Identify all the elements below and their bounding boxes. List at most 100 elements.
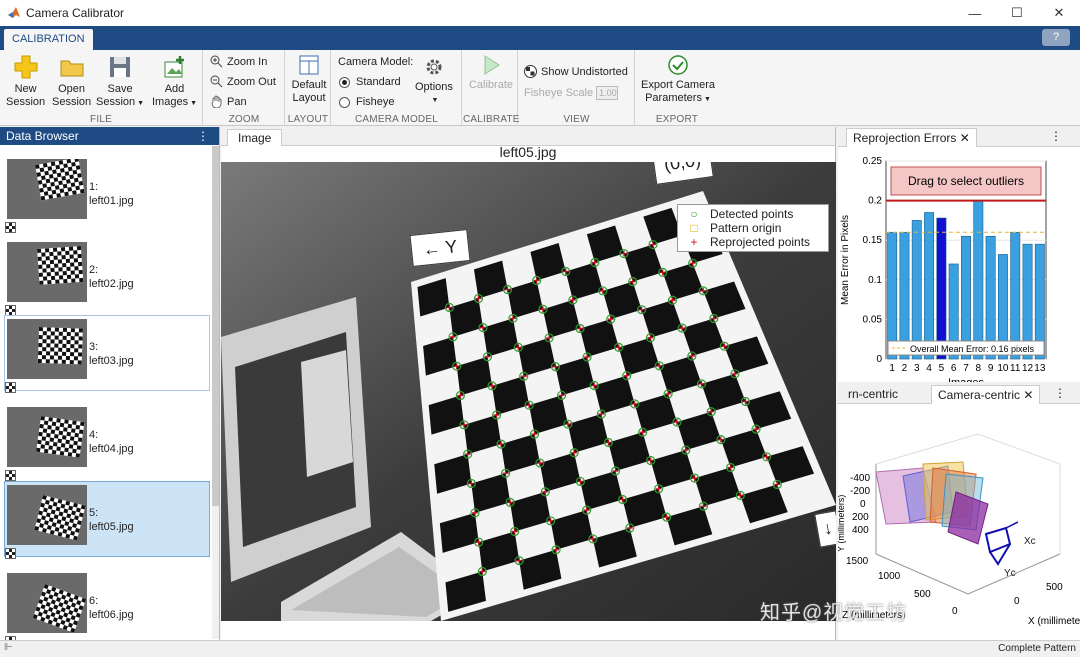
x-tick-label: 4 xyxy=(926,363,932,374)
play-icon xyxy=(484,55,500,75)
view-group-label: VIEW xyxy=(563,114,590,125)
status-left-icon[interactable]: ⊩ xyxy=(4,642,13,653)
new-plus-icon xyxy=(14,55,38,79)
x-axis-label: X (millimeters) xyxy=(1028,616,1080,627)
error-bar[interactable] xyxy=(936,217,947,360)
fisheye-scale-control[interactable]: Fisheye Scale 1.00 xyxy=(524,86,619,100)
y-tick-label: 0.25 xyxy=(863,156,883,167)
tab-calibration[interactable]: CALIBRATION xyxy=(4,29,93,50)
export-parameters-button[interactable]: Export Camera Parameters ▼ xyxy=(640,54,716,106)
zoom-in-button[interactable]: Zoom In xyxy=(210,55,267,68)
error-bar[interactable] xyxy=(887,231,898,360)
maximize-button[interactable]: ☐ xyxy=(996,0,1038,26)
open-session-button[interactable]: Open Session xyxy=(52,54,91,109)
zoom-group: Zoom In Zoom Out Pan ZOOM xyxy=(204,50,285,126)
thumbnail-svg xyxy=(7,573,87,633)
error-bar[interactable] xyxy=(924,212,935,360)
y-tick-label: 0.15 xyxy=(863,235,883,246)
circle-icon: ○ xyxy=(690,207,698,221)
z-tick: 0 xyxy=(952,606,958,617)
x-tick-label: 1 xyxy=(889,363,895,374)
x-tick-label: 11 xyxy=(1010,363,1021,374)
x-axis-label: Images xyxy=(948,377,985,382)
y-tick-label: 0.1 xyxy=(868,275,882,286)
image-legend: ○ Detected points □ Pattern origin + Reproj… xyxy=(677,204,829,252)
close-tab-icon[interactable]: ✕ xyxy=(1023,388,1033,402)
calibration-image[interactable]: (0,0) ← Y ↓ ○ Detected points □ Pattern or… xyxy=(221,162,836,621)
close-button[interactable]: ✕ xyxy=(1038,0,1080,26)
thumbnail-label: 2: left02.jpg xyxy=(89,264,134,290)
thumbnail-svg xyxy=(7,407,87,467)
close-tab-icon[interactable]: ✕ xyxy=(960,131,970,145)
x-tick-label: 13 xyxy=(1034,363,1046,374)
check-circle-icon xyxy=(668,55,688,75)
error-bar[interactable] xyxy=(973,200,984,360)
save-disk-icon xyxy=(110,57,131,77)
reprojection-chart[interactable]: 00.050.10.150.20.251 2 3 4 5 6 7 8 9 10 11 12 13Drag… xyxy=(838,147,1080,389)
error-bar[interactable] xyxy=(899,231,910,360)
zoom-in-icon xyxy=(210,55,223,68)
xc-axis-label: Xc xyxy=(1024,536,1036,547)
thumbnail-item[interactable]: 6: left06.jpg xyxy=(4,569,210,647)
file-group-label: FILE xyxy=(90,114,112,125)
z-tick: 1500 xyxy=(846,556,869,567)
minimize-button[interactable]: — xyxy=(954,0,996,26)
thumbnail-item[interactable]: 3: left03.jpg xyxy=(4,315,210,393)
pan-hand-icon xyxy=(211,95,222,108)
browser-scrollbar[interactable] xyxy=(212,146,219,639)
thumbnail-item[interactable]: 5: left05.jpg xyxy=(4,481,210,559)
x-tick: 500 xyxy=(1046,582,1063,593)
add-images-button[interactable]: Add Images ▼ xyxy=(152,54,197,110)
x-tick-label: 7 xyxy=(963,363,969,374)
image-title: left05.jpg xyxy=(499,144,557,160)
y-axis-label: Mean Error in Pixels xyxy=(840,215,851,305)
y-tick: 400 xyxy=(852,525,869,536)
thumbnail-svg xyxy=(7,319,87,379)
checkerboard-icon xyxy=(5,222,16,233)
z-tick: 500 xyxy=(914,589,931,600)
tab-reprojection-errors[interactable]: Reprojection Errors ✕ xyxy=(846,128,977,147)
y-tick-label: 0.2 xyxy=(868,196,882,207)
kebab-menu-icon[interactable]: ⋮ xyxy=(197,127,209,145)
thumbnail-item[interactable]: 2: left02.jpg xyxy=(4,238,210,316)
new-session-button[interactable]: New Session xyxy=(6,54,45,109)
outlier-box-label: Drag to select outliers xyxy=(908,174,1024,188)
error-bar[interactable] xyxy=(911,220,922,360)
y-tick: -200 xyxy=(850,486,870,497)
image-panel: Image left05.jpg (0,0) ← Y ↓ ○ Detected … xyxy=(221,127,836,640)
thumbnail-image xyxy=(7,319,87,379)
thumbnail-label: 3: left03.jpg xyxy=(89,341,134,367)
fisheye-scale-spinner[interactable]: 1.00 xyxy=(596,86,619,100)
tab-pattern-centric[interactable]: rn-centric xyxy=(842,385,904,404)
kebab-menu-icon[interactable]: ⋮ xyxy=(1050,129,1062,143)
kebab-menu-icon[interactable]: ⋮ xyxy=(1054,386,1066,400)
radio-fisheye-dot xyxy=(339,96,350,108)
show-undistorted-button[interactable]: Show Undistorted xyxy=(524,65,628,78)
camera-model-group-label: CAMERA MODEL xyxy=(355,114,438,125)
thumbnail-item[interactable]: 4: left04.jpg xyxy=(4,403,210,481)
status-bar: ⊩ Complete Pattern xyxy=(0,640,1080,657)
tab-camera-centric[interactable]: Camera-centric ✕ xyxy=(931,385,1041,404)
error-bar[interactable] xyxy=(1010,231,1021,360)
x-tick-label: 12 xyxy=(1022,363,1034,374)
default-layout-button[interactable]: Default Layout xyxy=(288,54,330,105)
options-button[interactable]: Options ▼ xyxy=(415,56,453,107)
radio-fisheye[interactable]: Fisheye xyxy=(339,96,395,108)
save-session-button[interactable]: Save Session ▼ xyxy=(96,54,144,110)
help-button[interactable]: ? xyxy=(1042,29,1070,46)
pan-button[interactable]: Pan xyxy=(210,95,247,108)
thumbnail-item[interactable]: 1: left01.jpg xyxy=(4,155,210,233)
thumbnail-svg xyxy=(7,242,87,302)
thumbnail-image xyxy=(7,242,87,302)
radio-standard[interactable]: Standard xyxy=(339,76,401,88)
window-title: Camera Calibrator xyxy=(26,6,125,20)
x-tick-label: 5 xyxy=(939,363,945,374)
scrollbar-thumb[interactable] xyxy=(212,146,219,506)
zoom-out-icon xyxy=(210,75,223,88)
calibrate-group-label: CALIBRATE xyxy=(463,114,520,125)
x-tick-label: 3 xyxy=(914,363,920,374)
calibrate-button[interactable]: Calibrate xyxy=(467,54,515,92)
yc-axis-label: Yc xyxy=(1004,568,1016,579)
zoom-out-button[interactable]: Zoom Out xyxy=(210,75,276,88)
radio-standard-dot xyxy=(339,76,350,88)
